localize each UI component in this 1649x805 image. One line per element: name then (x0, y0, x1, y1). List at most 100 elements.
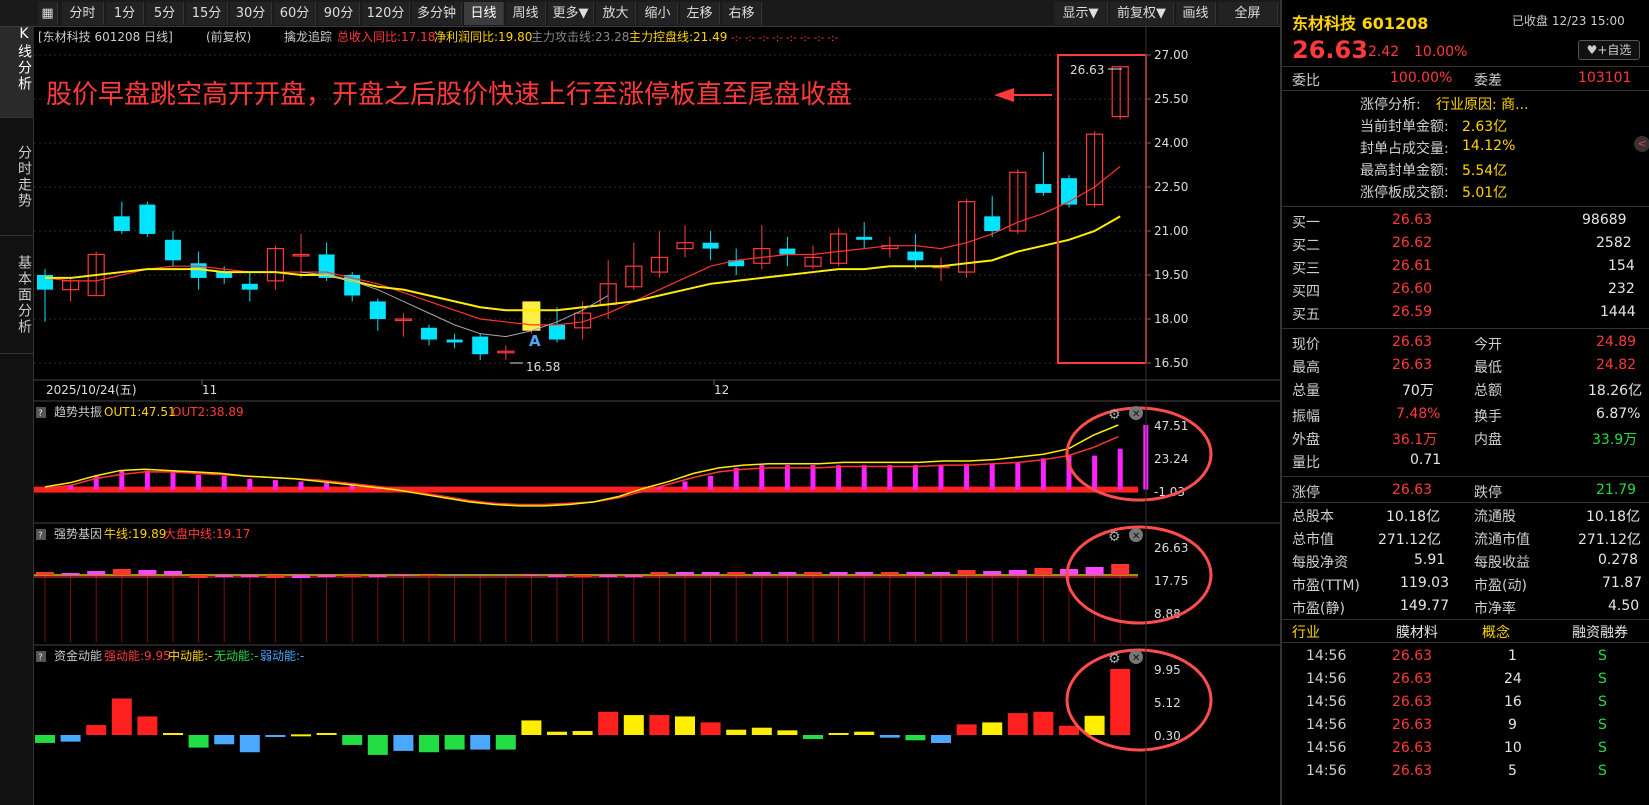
bid-price: 26.60 (1392, 281, 1433, 297)
tick-side: S (1598, 740, 1607, 756)
panel2-bar (164, 571, 182, 575)
period-button[interactable]: 多分钟 (412, 2, 462, 25)
candle-body (1035, 184, 1052, 193)
divider (1282, 476, 1649, 477)
panel2-bar (906, 572, 925, 575)
period-button[interactable]: 日线 (464, 2, 504, 25)
panel2-bar (317, 575, 336, 577)
tick-price: 26.63 (1392, 763, 1433, 779)
gear-icon[interactable]: ⚙ (1108, 529, 1121, 545)
draw-button[interactable]: 画线 (1176, 2, 1216, 25)
panel2-tick-label: 17.75 (1154, 574, 1188, 588)
price-tick-label: 24.00 (1154, 136, 1188, 150)
panel1-bar (938, 465, 944, 490)
bid-label: 买三 (1292, 261, 1320, 277)
fullscreen-button[interactable]: 全屏 (1218, 2, 1278, 25)
period-button[interactable]: 15分 (186, 2, 228, 25)
display-menu[interactable]: 显示▼ (1054, 2, 1108, 25)
move-left-button[interactable]: 左移 (680, 2, 720, 25)
fund-label: 每股收益 (1474, 555, 1530, 571)
panel1-bar (784, 465, 790, 490)
gear-icon[interactable]: ⚙ (1108, 407, 1121, 423)
add-watchlist-button[interactable]: ♥+自选 (1578, 40, 1640, 60)
panel3-legend: 中动能:- (168, 648, 212, 663)
bid-label: 买四 (1292, 284, 1320, 300)
panel2-bar (727, 572, 746, 575)
panel2-bar (1111, 564, 1130, 575)
period-button[interactable]: 1分 (106, 2, 144, 25)
panel3-bar (598, 711, 619, 735)
price-tick-label: 25.50 (1154, 92, 1188, 106)
candle-body (113, 216, 130, 231)
fund-label: 每股净资 (1292, 555, 1348, 571)
panel3-bar (444, 735, 465, 750)
tab-intraday[interactable]: 分时走势 (0, 118, 34, 236)
panel2-legend: 牛线:19.89 (104, 526, 166, 541)
main-header-name: [东材科技 601208 日线] (38, 30, 173, 44)
period-button[interactable]: 90分 (318, 2, 360, 25)
period-button[interactable]: 30分 (230, 2, 272, 25)
panel3-bar (905, 735, 926, 741)
tick-time: 14:56 (1306, 740, 1347, 756)
tag-margin[interactable]: 融资融券 (1572, 622, 1628, 642)
limit-value[interactable]: 行业原因: 商... (1436, 94, 1529, 114)
limit-up-label: 涨停 (1292, 485, 1320, 501)
panel3-bar (854, 731, 875, 735)
stat-value: 70万 (1402, 383, 1434, 399)
tag-industry-value[interactable]: 膜材料 (1396, 622, 1438, 642)
panel1-bar (964, 463, 970, 490)
panel2-bar (1034, 568, 1053, 575)
limit-up-value: 26.63 (1392, 482, 1433, 498)
zoom-out-button[interactable]: 缩小 (638, 2, 678, 25)
move-right-button[interactable]: 右移 (722, 2, 762, 25)
panel3-bar (1059, 725, 1079, 735)
grid-icon[interactable]: ▦ (38, 2, 58, 25)
stat-label: 总量 (1292, 383, 1320, 399)
fund-label: 流通市值 (1474, 532, 1530, 548)
collapse-arrow-icon[interactable]: < (1634, 136, 1649, 152)
more-button[interactable]: 更多▼ (548, 2, 594, 25)
panel1-bar (887, 465, 893, 490)
panel2-bar (804, 572, 822, 575)
period-button[interactable]: 120分 (362, 2, 410, 25)
panel1-bar (170, 471, 176, 490)
tick-side: S (1598, 648, 1607, 664)
period-button[interactable]: 周线 (506, 2, 546, 25)
stat-value: 7.48% (1396, 406, 1441, 422)
panel3-bar (291, 734, 311, 737)
main-header-field: 主力攻击线:23.28 (531, 30, 629, 44)
stat-value: 0.71 (1410, 452, 1442, 468)
price-tick-label: 22.50 (1154, 180, 1188, 194)
fund-value: 4.50 (1608, 598, 1640, 614)
panel2-bar (599, 575, 618, 577)
heart-icon: ♥ (1586, 43, 1598, 57)
candle-body (421, 327, 437, 340)
panel3-bar (342, 735, 363, 745)
period-button[interactable]: 60分 (274, 2, 316, 25)
adjust-menu[interactable]: 前复权▼ (1110, 2, 1174, 25)
help-icon-glyph: ? (38, 531, 43, 541)
fund-value: 10.18亿 (1386, 509, 1441, 525)
tab-fundamentals[interactable]: 基本面分析 (0, 236, 34, 354)
chart-area[interactable]: [东材科技 601208 日线] (前复权) 擒龙追踪 总收入同比:17.18 … (34, 27, 1280, 805)
candle-body (472, 336, 489, 355)
bid-volume: 98689 (1582, 212, 1627, 228)
panel1-bar (221, 476, 227, 490)
tag-concept-label[interactable]: 概念 (1482, 622, 1510, 642)
panel1-bar (708, 476, 714, 490)
panel3-bar (214, 735, 235, 745)
stock-title: 东材科技 601208 (1292, 14, 1429, 33)
price-tick-label: 16.50 (1154, 356, 1188, 370)
add-watchlist-label: +自选 (1597, 43, 1632, 57)
tick-price: 26.63 (1392, 717, 1433, 733)
candle-body (702, 242, 719, 249)
limit-value: 5.01亿 (1462, 185, 1508, 201)
fund-label: 总股本 (1292, 509, 1334, 525)
tick-volume: 9 (1508, 717, 1517, 733)
period-button[interactable]: 5分 (146, 2, 184, 25)
period-button[interactable]: 分时 (62, 2, 104, 25)
limit-key: 涨停分析: (1360, 97, 1421, 113)
gear-icon[interactable]: ⚙ (1108, 651, 1121, 667)
zoom-in-button[interactable]: 放大 (596, 2, 636, 25)
panel2-bar (778, 572, 797, 575)
